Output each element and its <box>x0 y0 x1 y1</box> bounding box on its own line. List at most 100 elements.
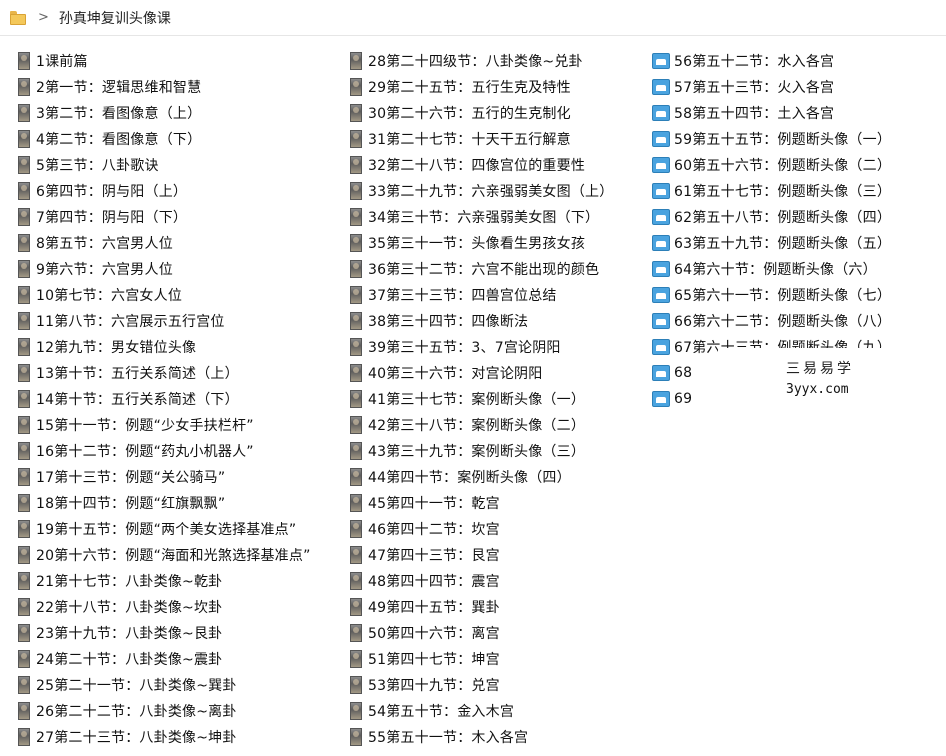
file-item[interactable]: 31第二十七节：十天干五行解意 <box>350 126 613 152</box>
file-item[interactable]: 6第四节：阴与阳（上） <box>18 178 311 204</box>
file-item[interactable]: 57第五十三节：火入各宫 <box>652 74 891 100</box>
video-file-icon <box>18 650 30 668</box>
file-item[interactable]: 43第三十九节：案例断头像（三） <box>350 438 613 464</box>
file-item[interactable]: 20第十六节：例题“海面和光煞选择基准点” <box>18 542 311 568</box>
file-item[interactable]: 65第六十一节：例题断头像（七） <box>652 282 891 308</box>
file-item[interactable]: 48第四十四节：震宫 <box>350 568 613 594</box>
file-item[interactable]: 40第三十六节：对宫论阴阳 <box>350 360 613 386</box>
file-item[interactable]: 14第十节：五行关系简述（下） <box>18 386 311 412</box>
breadcrumb-folder-name[interactable]: 孙真坤复训头像课 <box>59 8 171 28</box>
file-item[interactable]: 18第十四节：例题“红旗飘飘” <box>18 490 311 516</box>
file-item[interactable]: 64第六十节：例题断头像（六） <box>652 256 891 282</box>
file-item[interactable]: 62第五十八节：例题断头像（四） <box>652 204 891 230</box>
file-name: 40第三十六节：对宫论阴阳 <box>368 366 543 382</box>
file-item[interactable]: 41第三十七节：案例断头像（一） <box>350 386 613 412</box>
file-item[interactable]: 16第十二节：例题“药丸小机器人” <box>18 438 311 464</box>
file-name: 14第十节：五行关系简述（下） <box>36 392 239 408</box>
file-item[interactable]: 1课前篇 <box>18 48 311 74</box>
file-item[interactable]: 59第五十五节：例题断头像（一） <box>652 126 891 152</box>
file-item[interactable]: 9第六节：六宫男人位 <box>18 256 311 282</box>
file-name: 25第二十一节：八卦类像~巽卦 <box>36 678 237 694</box>
chevron-right-icon[interactable]: > <box>38 10 49 25</box>
file-item[interactable]: 46第四十二节：坎宫 <box>350 516 613 542</box>
file-item[interactable]: 61第五十七节：例题断头像（三） <box>652 178 891 204</box>
image-file-icon <box>652 261 670 277</box>
file-item[interactable]: 47第四十三节：艮宫 <box>350 542 613 568</box>
image-file-icon <box>652 365 670 381</box>
file-name: 41第三十七节：案例断头像（一） <box>368 392 586 408</box>
file-name: 58第五十四节：土入各宫 <box>674 106 835 122</box>
file-item[interactable]: 66第六十二节：例题断头像（八） <box>652 308 891 334</box>
video-file-icon <box>350 208 362 226</box>
video-file-icon <box>18 104 30 122</box>
file-item[interactable]: 25第二十一节：八卦类像~巽卦 <box>18 672 311 698</box>
file-item[interactable]: 26第二十二节：八卦类像~离卦 <box>18 698 311 724</box>
file-item[interactable]: 15第十一节：例题“少女手扶栏杆” <box>18 412 311 438</box>
file-item[interactable]: 60第五十六节：例题断头像（二） <box>652 152 891 178</box>
file-item[interactable]: 22第十八节：八卦类像~坎卦 <box>18 594 311 620</box>
file-name: 44第四十节：案例断头像（四） <box>368 470 571 486</box>
file-name: 5第三节：八卦歌诀 <box>36 158 159 174</box>
file-name: 3第二节：看图像意（上） <box>36 106 202 122</box>
video-file-icon <box>18 702 30 720</box>
address-bar[interactable]: > 孙真坤复训头像课 <box>0 0 946 36</box>
file-name: 23第十九节：八卦类像~艮卦 <box>36 626 223 642</box>
file-item[interactable]: 17第十三节：例题“关公骑马” <box>18 464 311 490</box>
file-item[interactable]: 36第三十二节：六宫不能出现的颜色 <box>350 256 613 282</box>
file-name: 50第四十六节：离宫 <box>368 626 500 642</box>
file-item[interactable]: 38第三十四节：四像断法 <box>350 308 613 334</box>
file-item[interactable]: 11第八节：六宫展示五行宫位 <box>18 308 311 334</box>
file-item[interactable]: 8第五节：六宫男人位 <box>18 230 311 256</box>
file-item[interactable]: 45第四十一节：乾宫 <box>350 490 613 516</box>
file-item[interactable]: 4第二节：看图像意（下） <box>18 126 311 152</box>
file-name: 9第六节：六宫男人位 <box>36 262 173 278</box>
file-item[interactable]: 44第四十节：案例断头像（四） <box>350 464 613 490</box>
file-name: 59第五十五节：例题断头像（一） <box>674 132 892 148</box>
file-item[interactable]: 53第四十九节：兑宫 <box>350 672 613 698</box>
file-item[interactable]: 58第五十四节：土入各宫 <box>652 100 891 126</box>
file-item[interactable]: 63第五十九节：例题断头像（五） <box>652 230 891 256</box>
file-item[interactable]: 30第二十六节：五行的生克制化 <box>350 100 613 126</box>
file-name: 21第十七节：八卦类像~乾卦 <box>36 574 223 590</box>
file-item[interactable]: 42第三十八节：案例断头像（二） <box>350 412 613 438</box>
file-item[interactable]: 32第二十八节：四像宫位的重要性 <box>350 152 613 178</box>
video-file-icon <box>350 390 362 408</box>
folder-icon <box>10 10 26 25</box>
file-item[interactable]: 19第十五节：例题“两个美女选择基准点” <box>18 516 311 542</box>
file-item[interactable]: 50第四十六节：离宫 <box>350 620 613 646</box>
file-item[interactable]: 39第三十五节：3、7宫论阴阳 <box>350 334 613 360</box>
file-item[interactable]: 12第九节：男女错位头像 <box>18 334 311 360</box>
file-item[interactable]: 24第二十节：八卦类像~震卦 <box>18 646 311 672</box>
video-file-icon <box>350 104 362 122</box>
file-item[interactable]: 29第二十五节：五行生克及特性 <box>350 74 613 100</box>
file-item[interactable]: 21第十七节：八卦类像~乾卦 <box>18 568 311 594</box>
file-item[interactable]: 55第五十一节：木入各宫 <box>350 724 613 750</box>
file-item[interactable]: 54第五十节：金入木宫 <box>350 698 613 724</box>
video-file-icon <box>350 468 362 486</box>
video-file-icon <box>350 728 362 746</box>
image-file-icon <box>652 79 670 95</box>
file-name: 49第四十五节：巽卦 <box>368 600 500 616</box>
video-file-icon <box>18 156 30 174</box>
file-item[interactable]: 10第七节：六宫女人位 <box>18 282 311 308</box>
file-item[interactable]: 7第四节：阴与阳（下） <box>18 204 311 230</box>
file-name: 57第五十三节：火入各宫 <box>674 80 835 96</box>
file-item[interactable]: 35第三十一节：头像看生男孩女孩 <box>350 230 613 256</box>
file-item[interactable]: 2第一节：逻辑思维和智慧 <box>18 74 311 100</box>
file-name: 45第四十一节：乾宫 <box>368 496 500 512</box>
file-item[interactable]: 34第三十节：六亲强弱美女图（下） <box>350 204 613 230</box>
file-name: 31第二十七节：十天干五行解意 <box>368 132 571 148</box>
file-item[interactable]: 33第二十九节：六亲强弱美女图（上） <box>350 178 613 204</box>
file-item[interactable]: 27第二十三节：八卦类像~坤卦 <box>18 724 311 750</box>
file-item[interactable]: 3第二节：看图像意（上） <box>18 100 311 126</box>
file-item[interactable]: 51第四十七节：坤宫 <box>350 646 613 672</box>
file-item[interactable]: 13第十节：五行关系简述（上） <box>18 360 311 386</box>
file-item[interactable]: 23第十九节：八卦类像~艮卦 <box>18 620 311 646</box>
file-item[interactable]: 56第五十二节：水入各宫 <box>652 48 891 74</box>
file-item[interactable]: 5第三节：八卦歌诀 <box>18 152 311 178</box>
file-item[interactable]: 37第三十三节：四兽宫位总结 <box>350 282 613 308</box>
file-item[interactable]: 49第四十五节：巽卦 <box>350 594 613 620</box>
video-file-icon <box>18 546 30 564</box>
file-name: 66第六十二节：例题断头像（八） <box>674 314 892 330</box>
file-item[interactable]: 28第二十四级节：八卦类像~兑卦 <box>350 48 613 74</box>
